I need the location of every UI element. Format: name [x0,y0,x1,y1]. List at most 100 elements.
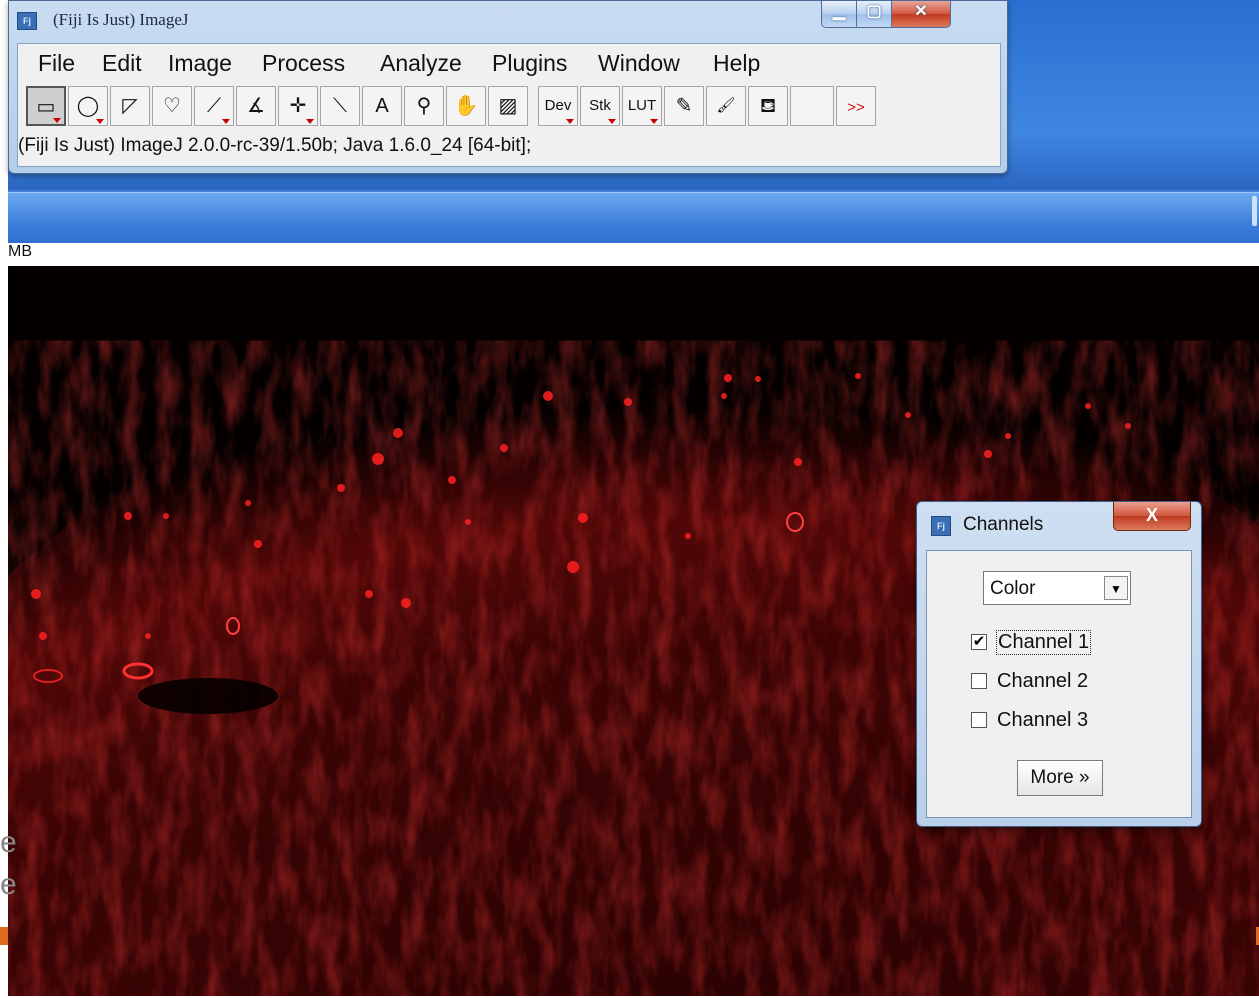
cell-spot [724,374,732,382]
wand-tool[interactable]: ⟍ [320,86,360,126]
display-mode-select[interactable]: Color ▼ [983,571,1131,605]
wand-tool-icon: ⟍ [333,95,347,117]
dev-tool-icon: Dev [544,97,572,114]
channel-2-checkbox[interactable] [971,673,987,689]
channel-1-label: Channel 1 [995,630,1092,655]
cell-spot [624,398,632,406]
text-tool[interactable]: A [362,86,402,126]
hand-tool[interactable]: ✋ [446,86,486,126]
cell-spot [1125,423,1131,429]
more-tools[interactable]: >> [836,86,876,126]
menu-process[interactable]: Process [262,50,345,77]
cell-spot [794,458,802,466]
cell-spot [543,391,553,401]
line-tool-icon: ⟋ [207,95,221,117]
close-icon: X [1145,505,1158,525]
cell-spot [124,512,132,520]
line-tool[interactable]: ⟋ [194,86,234,126]
cell-spot [372,453,384,465]
angle-tool[interactable]: ∡ [236,86,276,126]
oval-tool[interactable]: ◯ [68,86,108,126]
cell-spot [245,500,251,506]
toolbar: ▭ ◯ ◸ ♡ ⟋ ∡ ✛ ⟍ A ⚲ ✋ ▨ Dev Stk LUT ✎ 🖌 ⛾ >> [26,86,996,130]
fiji-icon: Fj [931,516,951,536]
empty-slot [790,86,834,126]
rectangle-tool[interactable]: ▭ [26,86,66,126]
menu-plugins[interactable]: Plugins [492,50,567,77]
cell-spot [855,373,861,379]
menu-edit[interactable]: Edit [102,50,142,77]
flood-fill-tool[interactable]: ⛾ [748,86,788,126]
cell-spot [401,598,411,608]
menu-help[interactable]: Help [713,50,760,77]
submenu-indicator [608,119,616,124]
scroll-handle[interactable] [1252,196,1257,226]
dev-tool[interactable]: Dev [538,86,578,126]
cell-spot [393,428,403,438]
desktop-strip [8,192,1259,243]
background-fragment: e [0,826,17,859]
channels-dialog: Fj Channels X Color ▼ ✔ Channel 1 Channe… [916,501,1202,827]
submenu-indicator [53,118,61,123]
freehand-tool[interactable]: ♡ [152,86,192,126]
pencil-tool-icon: ✎ [675,95,693,117]
cell-spot [31,589,41,599]
channel-3-checkbox[interactable] [971,712,987,728]
brush-tool-icon: 🖌 [716,97,736,114]
menu-file[interactable]: File [38,50,75,77]
image-info-label: MB [8,243,32,260]
color-picker-tool-icon: ▨ [498,95,518,117]
cell-spot [365,590,373,598]
point-tool[interactable]: ✛ [278,86,318,126]
brush-tool[interactable]: 🖌 [706,86,746,126]
cell-spot [448,476,456,484]
channel-1-checkbox[interactable]: ✔ [971,634,987,650]
title-bar[interactable]: Fj (Fiji Is Just) ImageJ ▁ ▢ ✕ [9,1,1007,41]
more-tools-icon: >> [847,99,865,116]
cell-spot [39,632,47,640]
lut-tool[interactable]: LUT [622,86,662,126]
submenu-indicator [306,119,314,124]
cell-spot [685,533,691,539]
dialog-close-button[interactable]: X [1113,502,1191,531]
fiji-icon: Fj [17,12,37,30]
maximize-button[interactable]: ▢ [856,1,892,28]
menu-window[interactable]: Window [598,50,680,77]
display-mode-value: Color [990,578,1036,599]
lut-tool-icon: LUT [627,97,657,114]
freehand-tool-icon: ♡ [163,95,181,117]
imagej-client-area: File Edit Image Process Analyze Plugins … [17,43,1001,167]
magnifier-tool[interactable]: ⚲ [404,86,444,126]
stk-tool[interactable]: Stk [580,86,620,126]
cell-spot [721,393,727,399]
orange-accent [0,927,8,945]
close-button[interactable]: ✕ [891,1,951,28]
cell-spot [163,513,169,519]
cell-spot [145,633,151,639]
cell-spot [567,561,579,573]
polygon-tool[interactable]: ◸ [110,86,150,126]
oval-tool-icon: ◯ [76,95,100,117]
more-button[interactable]: More » [1017,760,1103,796]
window-title: (Fiji Is Just) ImageJ [53,10,189,29]
cell-spot [337,484,345,492]
menu-image[interactable]: Image [168,50,232,77]
chevron-down-icon[interactable]: ▼ [1104,576,1128,600]
channel-2-label: Channel 2 [997,670,1089,692]
menu-bar: File Edit Image Process Analyze Plugins … [18,44,1000,84]
hand-tool-icon: ✋ [453,95,479,117]
color-picker-tool[interactable]: ▨ [488,86,528,126]
polygon-tool-icon: ◸ [122,95,138,117]
pencil-tool[interactable]: ✎ [664,86,704,126]
cell-spot [254,540,262,548]
minimize-button[interactable]: ▁ [821,1,857,28]
cell-spot [1085,403,1091,409]
point-tool-icon: ✛ [289,95,307,117]
menu-analyze[interactable]: Analyze [380,50,462,77]
submenu-indicator [222,119,230,124]
close-icon: ✕ [914,3,928,20]
rectangle-tool-icon: ▭ [36,96,56,118]
dialog-body: Color ▼ ✔ Channel 1 Channel 2 Channel 3 … [926,550,1192,818]
cell-spot [755,376,761,382]
stk-tool-icon: Stk [589,97,611,114]
